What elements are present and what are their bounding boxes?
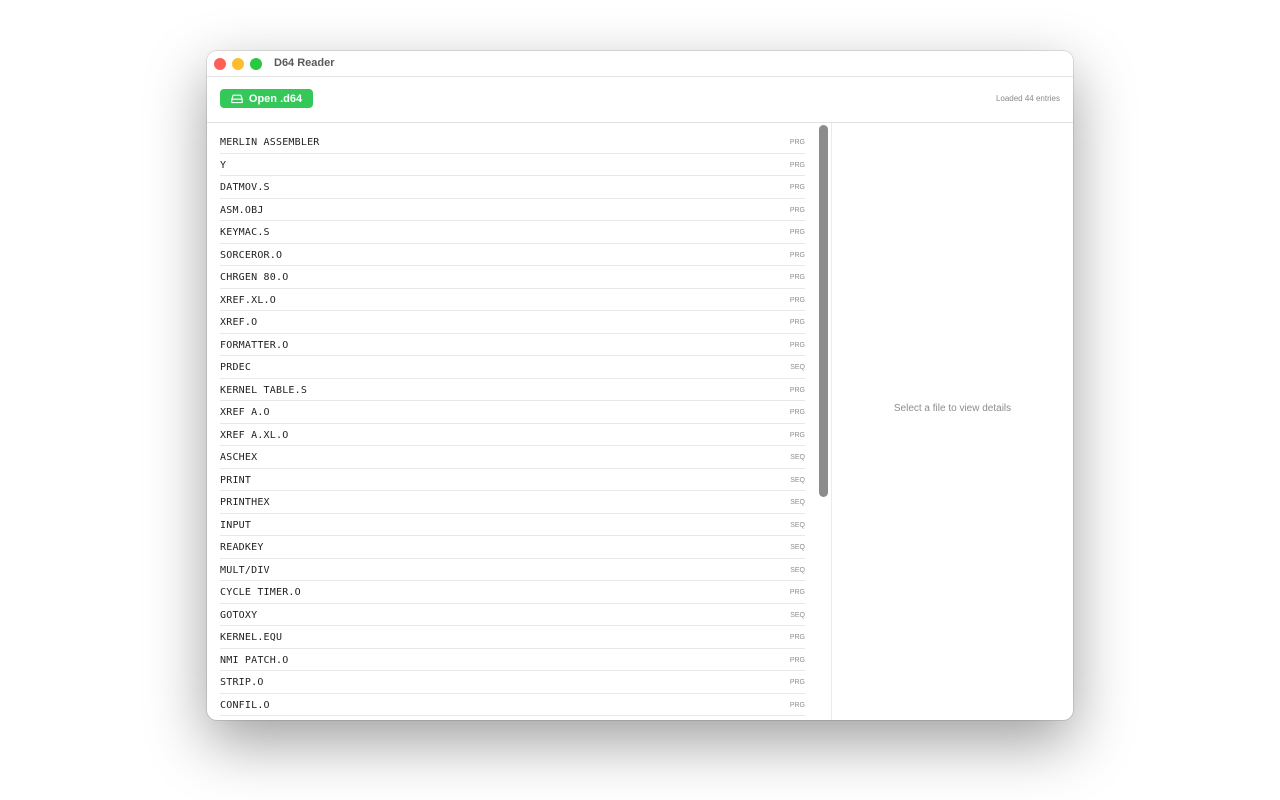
file-name: PRDEC xyxy=(220,362,252,373)
scrollbar[interactable] xyxy=(819,125,828,720)
file-type: PRG xyxy=(789,161,805,169)
toolbar: Open .d64 Loaded 44 entries xyxy=(207,77,1073,123)
file-name: PRINT xyxy=(220,474,252,486)
file-type: PRG xyxy=(789,184,805,191)
open-d64-button[interactable]: Open .d64 xyxy=(220,89,313,108)
file-row[interactable]: NMI PATCH.O PRG xyxy=(220,649,805,671)
file-list-pane: MERLIN ASSEMBLER PRG Y PRG DATMOV.S PRG ASM.OB… xyxy=(207,123,832,720)
file-name: CHRGEN 80.O xyxy=(220,272,289,283)
file-type: SEQ xyxy=(790,544,805,551)
file-list: MERLIN ASSEMBLER PRG Y PRG DATMOV.S PRG ASM.OB… xyxy=(220,131,805,716)
file-row[interactable]: KERNEL.EQU PRG xyxy=(220,626,805,649)
maximize-window-button[interactable] xyxy=(250,58,262,70)
file-type: SEQ xyxy=(790,521,805,529)
file-name: SORCEROR.O xyxy=(220,249,283,261)
file-row[interactable]: XREF.O PRG xyxy=(220,311,805,334)
file-name: CYCLE TIMER.O xyxy=(220,587,301,598)
file-row[interactable]: GOTOXY SEQ xyxy=(220,604,805,626)
file-name: XREF.O xyxy=(220,317,258,328)
file-name: ASCHEX xyxy=(220,452,258,463)
file-row[interactable]: SORCEROR.O PRG xyxy=(220,244,805,266)
file-row[interactable]: PRINT SEQ xyxy=(220,469,805,491)
file-type: PRG xyxy=(789,139,805,146)
file-name: GOTOXY xyxy=(220,609,258,621)
open-d64-label: Open .d64 xyxy=(248,92,303,105)
file-type: PRG xyxy=(789,431,805,439)
file-row[interactable]: XREF A.XL.O PRG xyxy=(220,424,805,446)
file-type: SEQ xyxy=(790,454,805,461)
minimize-window-button[interactable] xyxy=(232,58,244,70)
file-type: SEQ xyxy=(790,566,805,574)
file-name: MULT/DIV xyxy=(220,564,270,576)
file-type: PRG xyxy=(789,341,805,349)
file-name: XREF.XL.O xyxy=(220,294,276,306)
file-name: FORMATTER.O xyxy=(220,339,289,351)
file-name: READKEY xyxy=(220,542,264,553)
file-name: XREF A.XL.O xyxy=(220,429,289,441)
file-name: KERNEL TABLE.S xyxy=(220,384,308,396)
file-type: SEQ xyxy=(790,611,805,619)
file-name: CONFIL.O xyxy=(220,699,270,711)
close-window-button[interactable] xyxy=(214,58,226,70)
file-type: PRG xyxy=(789,701,805,709)
window-title: D64 Reader xyxy=(274,57,335,69)
file-name: XREF A.O xyxy=(220,407,270,418)
app-window: D64 Reader Open .d64 Loaded 44 entries M… xyxy=(207,51,1073,720)
file-name: STRIP.O xyxy=(220,677,264,688)
file-type: PRG xyxy=(789,319,805,326)
file-row[interactable]: PRDEC SEQ xyxy=(220,356,805,379)
file-name: Y xyxy=(220,159,227,171)
file-name: KEYMAC.S xyxy=(220,227,270,238)
file-row[interactable]: CYCLE TIMER.O PRG xyxy=(220,581,805,604)
file-row[interactable]: DATMOV.S PRG xyxy=(220,176,805,199)
file-type: PRG xyxy=(789,296,805,304)
file-type: PRG xyxy=(789,409,805,416)
title-bar: D64 Reader xyxy=(207,51,1073,77)
file-row[interactable]: INPUT SEQ xyxy=(220,514,805,536)
file-name: KERNEL.EQU xyxy=(220,632,283,643)
file-row[interactable]: XREF.XL.O PRG xyxy=(220,289,805,311)
file-type: SEQ xyxy=(790,364,805,371)
file-type: SEQ xyxy=(790,499,805,506)
scroll-thumb[interactable] xyxy=(819,125,828,497)
file-type: PRG xyxy=(789,274,805,281)
file-type: PRG xyxy=(789,679,805,686)
file-type: PRG xyxy=(789,634,805,641)
file-row[interactable]: Y PRG xyxy=(220,154,805,176)
file-row[interactable]: MULT/DIV SEQ xyxy=(220,559,805,581)
file-type: SEQ xyxy=(790,476,805,484)
file-row[interactable]: ASCHEX SEQ xyxy=(220,446,805,469)
file-row[interactable]: KERNEL TABLE.S PRG xyxy=(220,379,805,401)
status-text: Loaded 44 entries xyxy=(995,94,1060,103)
drive-icon xyxy=(231,94,243,104)
file-name: PRINTHEX xyxy=(220,497,270,508)
file-row[interactable]: ASM.OBJ PRG xyxy=(220,199,805,221)
file-type: PRG xyxy=(789,589,805,596)
file-type: PRG xyxy=(789,386,805,394)
file-name: DATMOV.S xyxy=(220,182,270,193)
file-type: PRG xyxy=(789,206,805,214)
file-type: PRG xyxy=(789,229,805,236)
file-row[interactable]: READKEY SEQ xyxy=(220,536,805,559)
file-row[interactable]: CONFIL.O PRG xyxy=(220,694,805,716)
file-name: ASM.OBJ xyxy=(220,204,264,216)
file-name: NMI PATCH.O xyxy=(220,654,289,666)
file-row[interactable]: CHRGEN 80.O PRG xyxy=(220,266,805,289)
file-name: MERLIN ASSEMBLER xyxy=(220,137,320,148)
empty-detail-message: Select a file to view details xyxy=(893,403,1012,414)
detail-pane: Select a file to view details xyxy=(832,123,1073,720)
file-row[interactable]: KEYMAC.S PRG xyxy=(220,221,805,244)
file-type: PRG xyxy=(789,251,805,259)
file-type: PRG xyxy=(789,656,805,664)
file-row[interactable]: MERLIN ASSEMBLER PRG xyxy=(220,131,805,154)
file-row[interactable]: FORMATTER.O PRG xyxy=(220,334,805,356)
file-row[interactable]: XREF A.O PRG xyxy=(220,401,805,424)
file-row[interactable]: STRIP.O PRG xyxy=(220,671,805,694)
file-row[interactable]: PRINTHEX SEQ xyxy=(220,491,805,514)
file-name: INPUT xyxy=(220,519,252,531)
